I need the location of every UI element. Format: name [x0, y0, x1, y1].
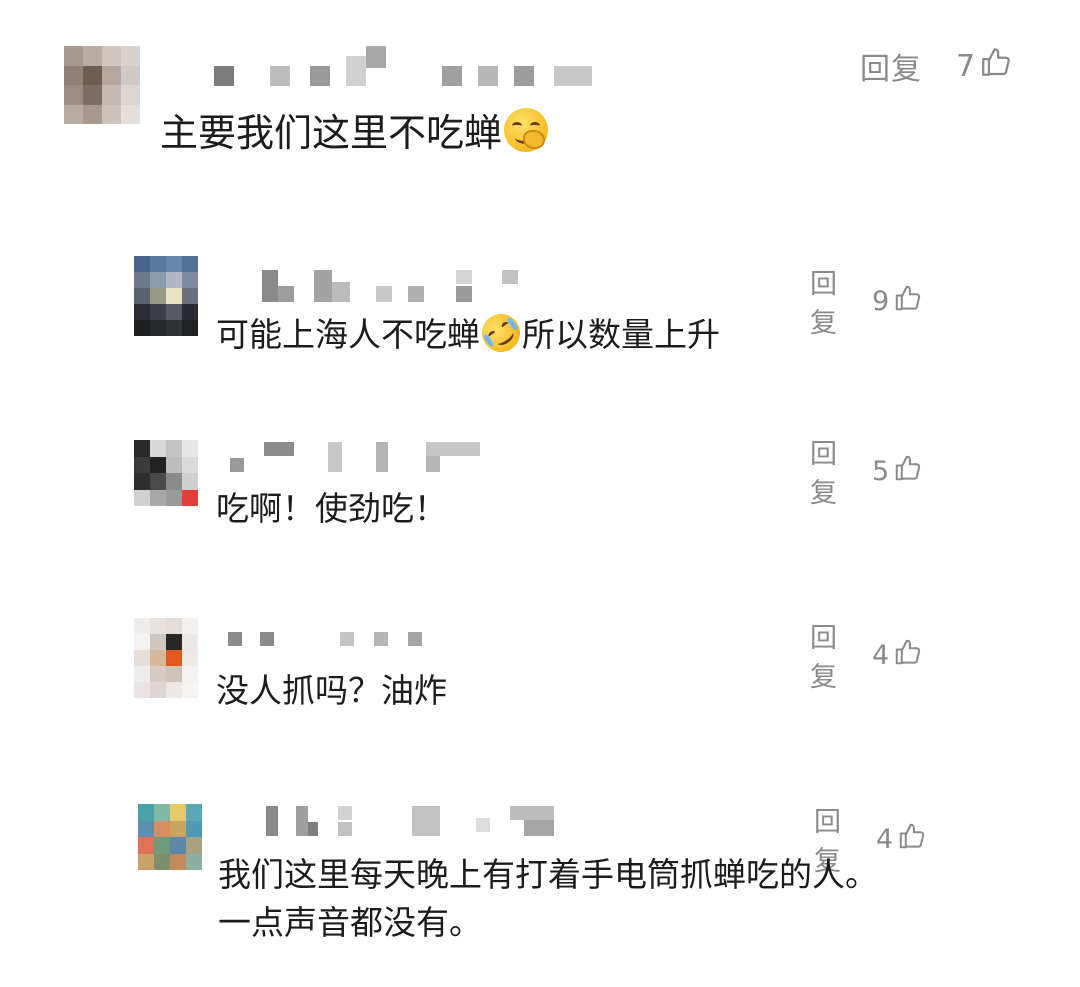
rolling-on-floor-laughing-emoji	[474, 306, 528, 360]
comment-text: 可能上海人不吃蝉 所以数量上升	[216, 306, 720, 360]
like-count: 4	[872, 639, 890, 671]
username-blurred[interactable]	[230, 442, 490, 476]
like-count: 5	[872, 455, 890, 487]
comment-text: 主要我们这里不吃蝉	[160, 108, 549, 158]
username-blurred[interactable]	[228, 630, 428, 650]
avatar[interactable]	[64, 46, 140, 124]
comment-text-line: 一点声音都没有。	[218, 903, 482, 942]
thumbs-up-icon[interactable]	[893, 637, 923, 674]
avatar[interactable]	[134, 618, 198, 698]
thumbs-up-icon[interactable]	[893, 453, 923, 490]
username-blurred[interactable]	[214, 46, 604, 86]
comment-text: 没人抓吗？油炸	[216, 671, 447, 710]
thumbs-up-icon[interactable]	[893, 283, 923, 320]
comment-text-line: 我们这里每天晚上有打着手电筒抓蝉吃的人。	[218, 855, 878, 894]
like-count: 9	[872, 285, 890, 317]
comment-actions: 回复 9	[810, 262, 923, 340]
thumbs-up-icon[interactable]	[979, 45, 1013, 87]
avatar[interactable]	[134, 440, 198, 506]
reply-button[interactable]: 回复	[810, 616, 838, 694]
username-blurred[interactable]	[262, 270, 522, 304]
avatar[interactable]	[138, 804, 202, 870]
comment-text-part: 所以数量上升	[522, 315, 720, 354]
avatar[interactable]	[134, 256, 198, 336]
comment-text-part: 可能上海人不吃蝉	[216, 315, 480, 354]
thumbs-up-icon[interactable]	[897, 821, 927, 858]
comment-actions: 回复 4	[810, 616, 923, 694]
username-blurred[interactable]	[266, 806, 556, 838]
comment-text: 吃啊！使劲吃！	[216, 489, 447, 528]
comment-actions: 回复 7	[860, 44, 1013, 88]
comment-text-part: 主要我们这里不吃蝉	[160, 111, 503, 155]
hand-over-mouth-emoji	[504, 108, 549, 152]
like-count: 4	[876, 823, 894, 855]
reply-button[interactable]: 回复	[810, 432, 838, 510]
comment-actions: 回复 5	[810, 432, 923, 510]
like-count: 7	[956, 48, 976, 84]
reply-button[interactable]: 回复	[810, 262, 838, 340]
comment-item: 回复 7 主要我们这里不吃蝉	[0, 0, 1080, 200]
reply-button[interactable]: 回复	[860, 44, 922, 88]
